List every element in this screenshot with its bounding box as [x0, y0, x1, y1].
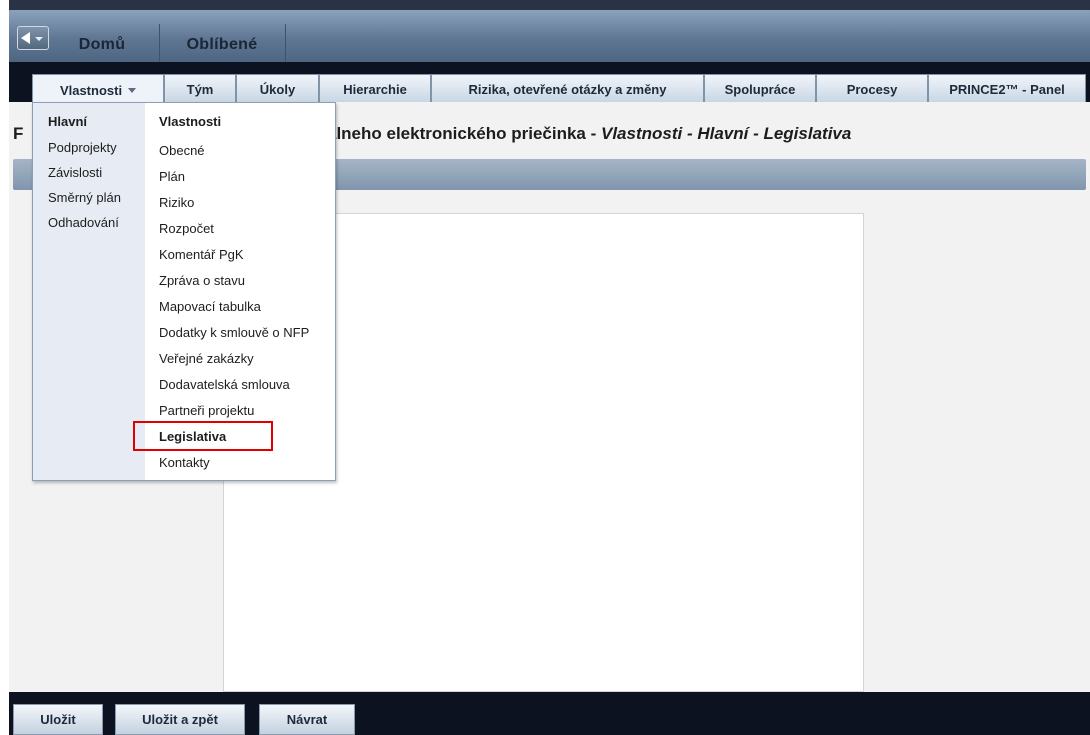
nav-separator [159, 24, 160, 64]
tab-label: Procesy [846, 81, 898, 97]
tab-tym[interactable]: Tým [164, 74, 236, 104]
tab-hierarchie[interactable]: Hierarchie [319, 74, 431, 104]
page-title-breadcrumb: Vlastnosti - Hlavní - Legislativa [600, 124, 852, 143]
properties-dropdown-menu: Hlavní Podprojekty Závislosti Směrný plá… [32, 102, 336, 481]
tab-prince2-panel[interactable]: PRINCE2™ - Panel [928, 74, 1086, 104]
tab-label: Hierarchie [343, 81, 407, 97]
top-strip [9, 0, 1090, 10]
menu-item-dodavatelska-smlouva[interactable]: Dodavatelská smlouva [159, 377, 290, 392]
back-arrow-icon [21, 32, 30, 44]
tab-label: Úkoly [259, 81, 296, 97]
menu-item-kontakty[interactable]: Kontakty [159, 455, 210, 470]
history-dropdown-icon[interactable] [35, 37, 43, 41]
back-button[interactable] [17, 26, 49, 50]
menu-item-zavislosti[interactable]: Závislosti [48, 165, 102, 180]
menu-item-dodatky[interactable]: Dodatky k smlouvě o NFP [159, 325, 309, 340]
menu-item-plan[interactable]: Plán [159, 169, 185, 184]
selection-highlight-box [133, 421, 273, 451]
menu-header-vlastnosti[interactable]: Vlastnosti [159, 114, 221, 129]
tab-label: Vlastnosti [59, 82, 123, 98]
return-button[interactable]: Návrat [259, 704, 355, 735]
application-frame: Domů Oblíbené Vlastnosti Tým Úkoly Hiera… [9, 0, 1090, 735]
menu-item-verejne-zakazky[interactable]: Veřejné zakázky [159, 351, 254, 366]
page-title-text: álneho elektronického priečinka - [327, 124, 601, 143]
menu-item-obecne[interactable]: Obecné [159, 143, 205, 158]
nav-separator [285, 24, 286, 64]
menu-item-odhadovani[interactable]: Odhadování [48, 215, 119, 230]
save-and-back-button[interactable]: Uložit a zpět [115, 704, 245, 735]
tab-label: PRINCE2™ - Panel [949, 81, 1065, 97]
menu-item-mapovaci-tabulka[interactable]: Mapovací tabulka [159, 299, 261, 314]
tab-spoluprace[interactable]: Spolupráce [704, 74, 816, 104]
menu-item-rozpocet[interactable]: Rozpočet [159, 221, 214, 236]
tab-label: Spolupráce [724, 81, 796, 97]
tab-label: Rizika, otevřené otázky a změny [468, 81, 667, 97]
top-navigation-bar: Domů Oblíbené [9, 10, 1090, 64]
tab-vlastnosti[interactable]: Vlastnosti [32, 74, 164, 105]
menu-item-zprava-o-stavu[interactable]: Zpráva o stavu [159, 273, 245, 288]
menu-item-komentar-pgk[interactable]: Komentář PgK [159, 247, 244, 262]
tab-procesy[interactable]: Procesy [816, 74, 928, 104]
chevron-down-icon [128, 87, 137, 93]
tab-rizika[interactable]: Rizika, otevřené otázky a změny [431, 74, 704, 104]
tabs-bar: Vlastnosti Tým Úkoly Hierarchie Rizika, … [9, 62, 1090, 105]
menu-item-riziko[interactable]: Riziko [159, 195, 194, 210]
page-title: álneho elektronického priečinka - Vlastn… [327, 124, 851, 144]
tab-ukoly[interactable]: Úkoly [236, 74, 319, 104]
page-title-prefix: F [13, 124, 24, 143]
footer-bar: Uložit Uložit a zpět Návrat [9, 692, 1090, 735]
menu-item-smerny-plan[interactable]: Směrný plán [48, 190, 121, 205]
tab-label: Tým [186, 81, 214, 97]
menu-header-hlavni[interactable]: Hlavní [48, 114, 87, 129]
menu-left-column [33, 103, 145, 480]
menu-item-partneri-projektu[interactable]: Partneři projektu [159, 403, 254, 418]
menu-item-podprojekty[interactable]: Podprojekty [48, 140, 117, 155]
save-button[interactable]: Uložit [13, 704, 103, 735]
